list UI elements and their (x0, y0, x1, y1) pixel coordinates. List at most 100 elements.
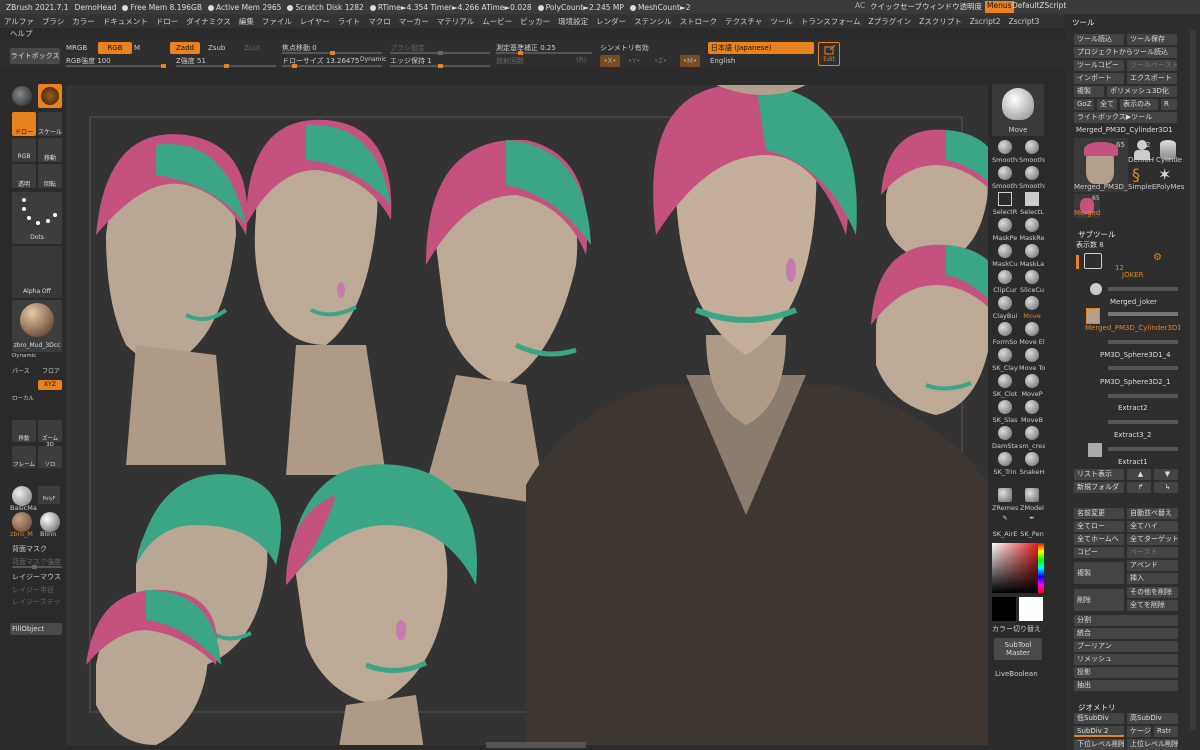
subtool-row[interactable] (1082, 362, 1182, 374)
delete-button[interactable]: 削除 (1074, 589, 1124, 611)
draw-mode-button[interactable]: ドロー (12, 112, 36, 136)
brush-slot[interactable]: SK_Clay (992, 348, 1018, 372)
edge-preserve-slider[interactable] (390, 64, 490, 68)
menu-item[interactable]: 環境設定 (554, 16, 592, 27)
lazy-step[interactable]: レイジーステッ (12, 597, 61, 607)
folder-icon[interactable] (1084, 253, 1102, 269)
zcut-button[interactable]: Zcut (244, 44, 260, 52)
brush-slot[interactable]: MoveB (1019, 400, 1045, 424)
subtool-row[interactable] (1082, 390, 1182, 402)
sphere-icon[interactable] (12, 86, 32, 106)
brush-slot[interactable]: SelectR (992, 192, 1018, 216)
down-arrow-icon[interactable]: ▼ (1154, 469, 1178, 480)
new-folder-button[interactable]: 新規フォルダ (1074, 482, 1124, 493)
all-low-button[interactable]: 全てロー (1074, 521, 1124, 532)
geometry-section-title[interactable]: ジオメトリ (1078, 702, 1116, 713)
subtool-row-selected[interactable] (1082, 308, 1182, 324)
subtool-row[interactable] (1082, 283, 1182, 295)
frame-button[interactable]: フレーム (12, 446, 36, 468)
color-picker[interactable] (992, 543, 1044, 593)
brush-slot[interactable]: SliceCu (1019, 270, 1045, 294)
polyf-button[interactable]: PolyF (38, 486, 60, 504)
remesh-menu[interactable]: リメッシュ (1074, 654, 1178, 665)
lightbox-tool-button[interactable]: ライトボックス▶ツール (1074, 112, 1177, 123)
brush-slot[interactable]: Move (1019, 296, 1045, 320)
sym-x-button[interactable]: •X• (600, 55, 620, 67)
delete-higher-button[interactable]: 上位レベル削除 (1127, 739, 1178, 750)
subtool-row[interactable] (1082, 416, 1182, 428)
goz-button[interactable]: GoZ (1074, 99, 1094, 110)
brush-slot[interactable]: SmoothP (1019, 140, 1045, 164)
menu-item[interactable]: ドロー (152, 16, 183, 27)
rotate-mode-button[interactable]: 回転 (38, 164, 62, 188)
brush-slot[interactable]: MoveP (1019, 374, 1045, 398)
menu-item[interactable]: ピッカー (516, 16, 554, 27)
menu-item[interactable]: ブラシ (38, 16, 68, 27)
brush-slot[interactable]: MaskCu (992, 244, 1018, 268)
stroke-dots-button[interactable]: Dots (12, 192, 62, 244)
radial-r-button[interactable]: (R) (576, 56, 586, 64)
import-button[interactable]: インポート (1074, 73, 1124, 84)
append-button[interactable]: アペンド (1127, 560, 1178, 571)
brush-slot[interactable]: ✒ SK_Pen (1019, 514, 1045, 538)
sym-z-button[interactable]: •Z• (654, 57, 667, 65)
live-boolean-button[interactable]: LiveBoolean (995, 670, 1038, 678)
local-button[interactable]: ローカル (12, 394, 34, 402)
paste-subtool-button[interactable]: ペースト (1127, 547, 1178, 558)
menu-item[interactable]: マクロ (364, 16, 395, 27)
menu-item[interactable]: マテリアル (433, 16, 478, 27)
menu-item[interactable]: トランスフォーム (797, 16, 865, 27)
subtool-name[interactable]: PM3D_Sphere3D1_4 (1100, 351, 1171, 359)
polymesh-star-icon[interactable]: ✶ (1158, 165, 1171, 184)
brush-slot[interactable]: MaskRe (1019, 218, 1045, 242)
m-button[interactable]: M (134, 44, 140, 52)
brush-slot[interactable]: sm_crea (1019, 426, 1045, 450)
brush-slot[interactable]: ClayBui (992, 296, 1018, 320)
menu-item[interactable]: マーカー (395, 16, 433, 27)
measure-slider[interactable] (496, 51, 592, 55)
lazy-mouse-button[interactable]: レイジーマウス (12, 572, 61, 582)
move-brush-button[interactable]: Move (992, 84, 1044, 136)
solo-button[interactable]: ソロ (38, 446, 62, 468)
brush-slot[interactable]: Move To (1019, 348, 1045, 372)
load-tool-button[interactable]: ツール読込 (1074, 34, 1124, 45)
menu-item[interactable]: ファイル (258, 16, 296, 27)
visible-only-button[interactable]: 表示のみ (1120, 99, 1158, 110)
english-option[interactable]: English (710, 57, 735, 65)
perspective-button[interactable]: パース (12, 366, 30, 375)
up-arrow-icon[interactable]: ▲ (1127, 469, 1151, 480)
save-tool-button[interactable]: ツール保存 (1127, 34, 1177, 45)
brush-slot[interactable]: SK_Trin (992, 452, 1018, 476)
brush-slot[interactable]: MaskLa (1019, 244, 1045, 268)
alpha-off-button[interactable]: Alpha Off (12, 246, 62, 298)
color-switch-button[interactable]: カラー切り替え (992, 624, 1041, 634)
menu-item[interactable]: ムービー (478, 16, 516, 27)
menu-item[interactable]: ドキュメント (99, 16, 152, 27)
radial-count-label[interactable]: 放射回数 (496, 56, 524, 66)
brush-slot[interactable]: SK_Clot (992, 374, 1018, 398)
move-down-icon[interactable]: ↳ (1154, 482, 1178, 493)
delete-lower-button[interactable]: 下位レベル削除 (1074, 739, 1124, 750)
brush-slot[interactable]: ClipCur (992, 270, 1018, 294)
transparency-button[interactable]: ウィンドウ透明度 (922, 1, 982, 12)
all-home-button[interactable]: 全てホームへ (1074, 534, 1124, 545)
brush-slot[interactable]: ✎ SK_AirE (992, 514, 1018, 538)
rename-button[interactable]: 名前変更 (1074, 508, 1124, 519)
z-intensity-slider[interactable] (176, 64, 276, 68)
quicksave-button[interactable]: クイックセーブ (870, 1, 922, 12)
all-high-button[interactable]: 全てハイ (1127, 521, 1178, 532)
panel-scrollbar[interactable] (1190, 30, 1196, 730)
draw-size-slider[interactable] (282, 64, 382, 68)
r-button[interactable]: R (1161, 99, 1177, 110)
lower-subdiv-button[interactable]: 低SubDiv (1074, 713, 1124, 724)
higher-subdiv-button[interactable]: 高SubDiv (1127, 713, 1178, 724)
menu-item[interactable]: カラー (68, 16, 99, 27)
brush-slot[interactable]: SmoothE (1019, 166, 1045, 190)
sym-y-button[interactable]: •Y• (628, 57, 641, 65)
subtool-row[interactable] (1082, 336, 1182, 348)
menu-item[interactable]: レイヤー (296, 16, 334, 27)
menu-item[interactable]: ダイナミクス (182, 16, 235, 27)
subtool-master-button[interactable]: SubTool Master (994, 638, 1042, 660)
all-target-button[interactable]: 全てターゲット (1127, 534, 1178, 545)
brush-slot[interactable]: SmoothP (992, 140, 1018, 164)
